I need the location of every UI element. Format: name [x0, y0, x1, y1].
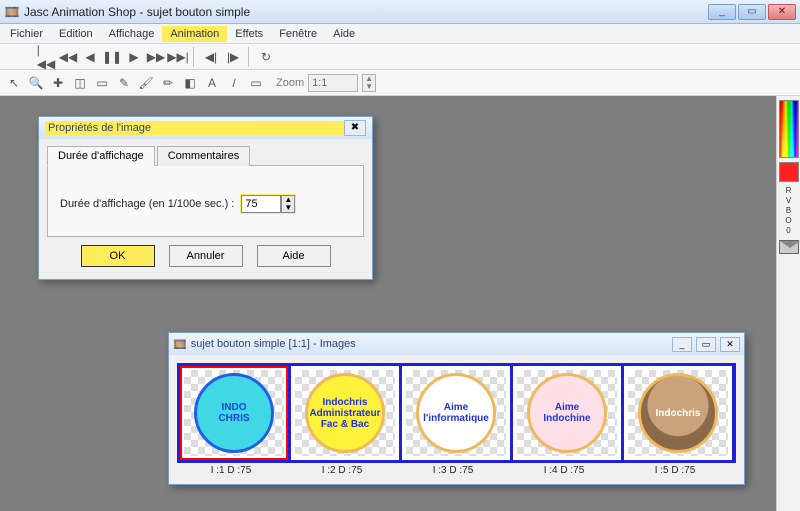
channel-letters: R V B O 0 [785, 186, 791, 236]
duration-input[interactable] [241, 195, 281, 213]
pointer-icon[interactable]: ↖ [4, 73, 24, 93]
menubar: FichierEditionAffichageAnimationEffetsFe… [0, 24, 800, 44]
tab-commentaires[interactable]: Commentaires [157, 146, 251, 166]
next-icon[interactable]: ▶▶ [146, 47, 166, 67]
menu-aide[interactable]: Aide [325, 26, 363, 42]
zoom-icon[interactable]: 🔍 [26, 73, 46, 93]
marquee-icon[interactable]: ▭ [92, 73, 112, 93]
line-icon[interactable]: / [224, 73, 244, 93]
child-close-button[interactable]: ✕ [720, 337, 740, 352]
child-minimize-button[interactable]: _ [672, 337, 692, 352]
crosshair-icon[interactable]: ✚ [48, 73, 68, 93]
close-button[interactable]: ✕ [768, 4, 796, 20]
loop-icon[interactable]: ↻ [256, 47, 276, 67]
menu-effets[interactable]: Effets [227, 26, 271, 42]
play-icon[interactable]: ▶ [124, 47, 144, 67]
eraser-icon[interactable]: ◧ [180, 73, 200, 93]
menu-fichier[interactable]: Fichier [2, 26, 51, 42]
step-back-icon[interactable]: ◀| [201, 47, 221, 67]
duration-label: Durée d'affichage (en 1/100e sec.) : [60, 198, 234, 210]
brush-icon[interactable]: 🖌 [136, 73, 156, 93]
rect-icon[interactable]: ▭ [246, 73, 266, 93]
image-properties-dialog: Propriétés de l'image ✖ Durée d'affichag… [38, 116, 373, 280]
text-icon[interactable]: A [202, 73, 222, 93]
frame-3[interactable]: Aimel'informatique [402, 366, 510, 460]
menu-affichage[interactable]: Affichage [101, 26, 163, 42]
help-button[interactable]: Aide [257, 245, 331, 267]
last-icon[interactable]: ▶▶| [168, 47, 188, 67]
dialog-title: Propriétés de l'image [45, 121, 344, 135]
spin-down-icon[interactable]: ▼ [282, 204, 294, 212]
frame-bubble: IndochrisAdministrateurFac & Bac [305, 373, 385, 453]
pencil-icon[interactable]: ✏ [158, 73, 178, 93]
film-icon: 🎞️ [173, 338, 187, 351]
frame-2[interactable]: IndochrisAdministrateurFac & Bac [291, 366, 399, 460]
frame-label: I :5 D :75 [621, 465, 729, 476]
zoom-label: Zoom [276, 77, 304, 89]
tool-toolbar: ↖🔍✚◫▭✎🖌✏◧A/▭Zoom▲▼ [0, 70, 800, 96]
app-icon: 🎞️ [4, 4, 20, 20]
color-palette[interactable] [779, 100, 799, 158]
playback-toolbar: |◀◀◀◀◀❚❚▶▶▶▶▶|◀||▶↻ [0, 44, 800, 70]
frame-bubble: Indochris [638, 373, 718, 453]
child-maximize-button[interactable]: ▭ [696, 337, 716, 352]
zoom-input[interactable] [308, 74, 358, 92]
frame-label: I :1 D :75 [177, 465, 285, 476]
maximize-button[interactable]: ▭ [738, 4, 766, 20]
zoom-spinner[interactable]: ▲▼ [362, 74, 376, 92]
eyedropper-icon[interactable]: ✎ [114, 73, 134, 93]
step-fwd-icon[interactable]: |▶ [223, 47, 243, 67]
dialog-close-button[interactable]: ✖ [344, 120, 366, 136]
first-icon[interactable]: |◀◀ [36, 47, 56, 67]
frame-1[interactable]: INDOCHRIS [180, 366, 288, 460]
frame-bubble: AimeIndochine [527, 373, 607, 453]
menu-animation[interactable]: Animation [162, 26, 227, 42]
minimize-button[interactable]: _ [708, 4, 736, 20]
frame-bubble: INDOCHRIS [194, 373, 274, 453]
mail-icon[interactable] [779, 240, 799, 254]
window-title: Jasc Animation Shop - sujet bouton simpl… [24, 5, 708, 19]
prev-icon[interactable]: ◀◀ [58, 47, 78, 67]
crop-icon[interactable]: ◫ [70, 73, 90, 93]
frame-4[interactable]: AimeIndochine [513, 366, 621, 460]
play-back-icon[interactable]: ◀ [80, 47, 100, 67]
right-dock: R V B O 0 [776, 96, 800, 511]
tab-duree[interactable]: Durée d'affichage [47, 146, 155, 166]
ok-button[interactable]: OK [81, 245, 155, 267]
duration-stepper[interactable]: ▲▼ [240, 194, 296, 214]
pause-icon[interactable]: ❚❚ [102, 47, 122, 67]
frame-bubble: Aimel'informatique [416, 373, 496, 453]
cancel-button[interactable]: Annuler [169, 245, 243, 267]
frames-window: 🎞️ sujet bouton simple [1:1] - Images _ … [168, 332, 745, 485]
menu-fenêtre[interactable]: Fenêtre [271, 26, 325, 42]
frame-label: I :4 D :75 [510, 465, 618, 476]
frame-label: I :3 D :75 [399, 465, 507, 476]
foreground-swatch[interactable] [779, 162, 799, 182]
menu-edition[interactable]: Edition [51, 26, 101, 42]
titlebar: 🎞️ Jasc Animation Shop - sujet bouton si… [0, 0, 800, 24]
frame-label: I :2 D :75 [288, 465, 396, 476]
frame-5[interactable]: Indochris [624, 366, 732, 460]
frames-window-title: sujet bouton simple [1:1] - Images [191, 338, 668, 350]
frame-strip: INDOCHRIS IndochrisAdministrateurFac & Ba… [177, 363, 736, 463]
